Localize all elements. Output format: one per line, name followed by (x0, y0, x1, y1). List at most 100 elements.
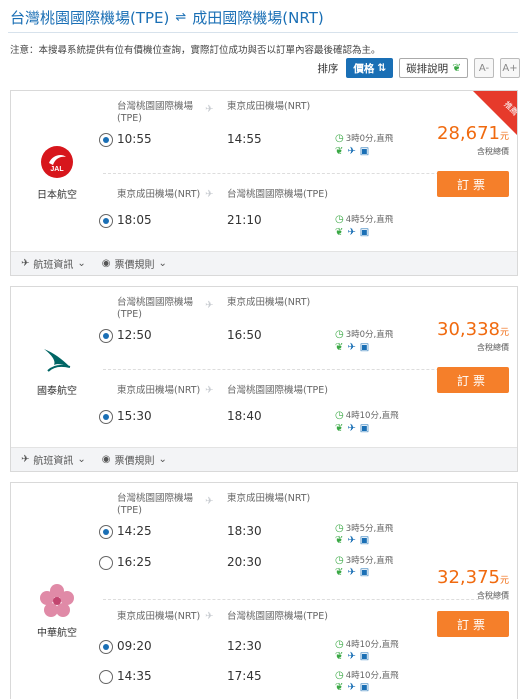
price-unit: 元 (499, 576, 509, 586)
amenity-icons: ❦ ✈ ▣ (335, 567, 369, 578)
book-button[interactable]: 訂票 (437, 611, 509, 637)
plane-icon: ✈ (347, 651, 356, 662)
outbound-radio[interactable] (99, 556, 113, 570)
segment-destination: 台灣桃園國際機場(TPE) (227, 611, 328, 622)
card-footer: ✈ 航班資訊 ⌄ ◉ 票價規則 ⌄ (11, 251, 517, 275)
departure-time: 14:35 (117, 669, 152, 683)
amenity-icons: ❦ ✈ ▣ (335, 682, 369, 693)
baggage-icon: ▣ (359, 651, 370, 662)
airline-name: 國泰航空 (37, 386, 77, 397)
price-block: 28,671元 含稅總價 (437, 123, 509, 157)
flight-card: 國泰航空 台灣桃園國際機場(TPE) ✈ 東京成田機場(NRT) 12:50 1… (10, 286, 518, 472)
book-button[interactable]: 訂票 (437, 367, 509, 393)
segment-destination: 東京成田機場(NRT) (227, 493, 311, 504)
segment-destination: 東京成田機場(NRT) (227, 297, 311, 308)
total-price: 32,375 (437, 567, 500, 588)
plane-icon: ✈ (347, 227, 356, 238)
arrival-time: 14:55 (227, 132, 262, 146)
arrival-time: 18:40 (227, 409, 262, 423)
leaf-icon: ❦ (335, 227, 344, 238)
segment-destination: 台灣桃園國際機場(TPE) (227, 385, 328, 396)
departure-time: 10:55 (117, 132, 152, 146)
arrival-time: 18:30 (227, 524, 262, 538)
departure-time: 18:05 (117, 213, 152, 227)
leaf-icon: ❦ (335, 423, 344, 434)
swap-icon[interactable]: ⇌ (175, 10, 186, 25)
notice-text: 注意：本搜尋系統提供有位有價機位查詢，實際訂位成功與否以訂單內容最後確認為主。 (10, 45, 381, 56)
airline-info: 國泰航空 (11, 341, 103, 397)
price-block: 30,338元 含稅總價 (437, 319, 509, 353)
plane-icon: ✈ (347, 342, 356, 353)
sort-bar: 排序 價格 ⇅ 碳排說明 ❦ A- A+ (317, 58, 520, 78)
airline-name: 日本航空 (37, 190, 77, 201)
arrival-time: 17:45 (227, 669, 262, 683)
flight-card: 中華航空 台灣桃園國際機場(TPE) ✈ 東京成田機場(NRT) 14:25 1… (10, 482, 518, 699)
sort-price-label: 價格 (353, 62, 375, 75)
carbon-info-button[interactable]: 碳排說明 ❦ (399, 58, 468, 78)
arrival-time: 21:10 (227, 213, 262, 227)
amenity-icons: ❦ ✈ ▣ (335, 535, 369, 546)
amenity-icons: ❦ ✈ ▣ (335, 342, 369, 353)
fare-rules-toggle[interactable]: ◉ 票價規則 ⌄ (102, 256, 167, 271)
amenity-icons: ❦ ✈ ▣ (335, 651, 369, 662)
airplane-icon: ✈ (205, 104, 214, 115)
baggage-icon: ▣ (359, 682, 370, 693)
sort-label: 排序 (317, 62, 339, 75)
leaf-icon: ❦ (335, 567, 344, 578)
route-header: 台灣桃園國際機場(TPE) ⇌ 成田國際機場(NRT) (0, 0, 526, 34)
inbound-radio[interactable] (99, 214, 113, 228)
flight-duration: ◷ 4時5分,直飛 (335, 213, 394, 226)
chevron-down-icon: ⌄ (158, 454, 167, 465)
clock-icon: ◷ (335, 554, 344, 566)
destination-airport[interactable]: 成田國際機場(NRT) (192, 7, 323, 28)
flight-duration: ◷ 4時10分,直飛 (335, 638, 399, 651)
outbound-radio[interactable] (99, 329, 113, 343)
baggage-icon: ▣ (359, 423, 370, 434)
inbound-radio[interactable] (99, 670, 113, 684)
clock-icon: ◷ (335, 669, 344, 681)
clock-icon: ◷ (335, 213, 344, 225)
baggage-icon: ▣ (359, 535, 370, 546)
cathay-logo-icon (44, 349, 71, 372)
inbound-radio[interactable] (99, 410, 113, 424)
eye-icon: ◉ (101, 258, 111, 269)
font-smaller-button[interactable]: A- (474, 58, 494, 78)
plane-icon: ✈ (347, 535, 356, 546)
departure-time: 12:50 (117, 328, 152, 342)
baggage-icon: ▣ (359, 227, 370, 238)
sort-price-button[interactable]: 價格 ⇅ (346, 58, 394, 78)
leaf-icon: ❦ (335, 651, 344, 662)
plane-icon: ✈ (347, 423, 356, 434)
total-price: 30,338 (437, 319, 500, 340)
outbound-radio[interactable] (99, 133, 113, 147)
airplane-icon: ✈ (205, 189, 214, 200)
inbound-radio[interactable] (99, 640, 113, 654)
segment-origin: 台灣桃園國際機場(TPE) (117, 493, 194, 516)
airplane-icon: ✈ (21, 454, 30, 465)
arrival-time: 12:30 (227, 639, 262, 653)
segment-origin: 台灣桃園國際機場(TPE) (117, 101, 194, 124)
segment-origin: 東京成田機場(NRT) (117, 189, 201, 200)
origin-airport[interactable]: 台灣桃園國際機場(TPE) (10, 7, 169, 28)
plane-icon: ✈ (347, 682, 356, 693)
airplane-icon: ✈ (205, 496, 214, 507)
font-larger-button[interactable]: A+ (500, 58, 520, 78)
baggage-icon: ▣ (359, 146, 370, 157)
airplane-icon: ✈ (205, 385, 214, 396)
airline-info: JAL 日本航空 (11, 145, 103, 201)
leaf-icon: ❦ (335, 146, 344, 157)
price-block: 32,375元 含稅總價 (437, 567, 509, 601)
eye-icon: ◉ (101, 454, 111, 465)
flight-info-toggle[interactable]: ✈ 航班資訊 ⌄ (21, 256, 86, 271)
book-button[interactable]: 訂票 (437, 171, 509, 197)
flight-info-toggle[interactable]: ✈ 航班資訊 ⌄ (21, 452, 86, 467)
clock-icon: ◷ (335, 328, 344, 340)
departure-time: 14:25 (117, 524, 152, 538)
outbound-radio[interactable] (99, 525, 113, 539)
sort-ascending-icon: ⇅ (377, 62, 387, 74)
baggage-icon: ▣ (359, 342, 370, 353)
segment-destination: 台灣桃園國際機場(TPE) (227, 189, 328, 200)
fare-rules-toggle[interactable]: ◉ 票價規則 ⌄ (102, 452, 167, 467)
tax-included-label: 含稅總價 (477, 147, 509, 156)
chevron-down-icon: ⌄ (158, 258, 167, 269)
